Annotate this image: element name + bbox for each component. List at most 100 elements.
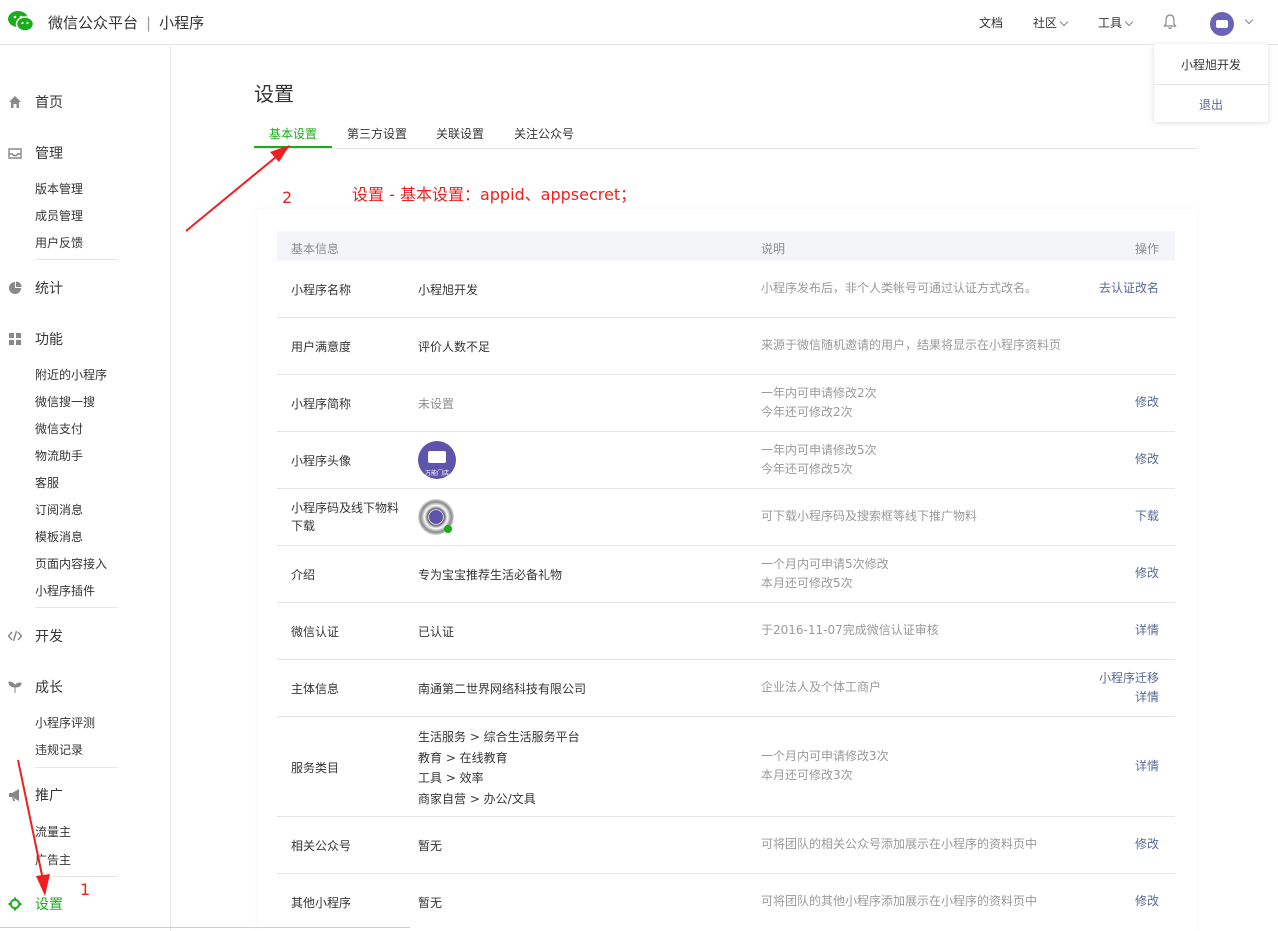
header-action: 操作 — [1134, 242, 1159, 256]
category-item: 生活服务 > 综合生活服务平台 — [418, 730, 580, 744]
tab-follow-account[interactable]: 关注公众号 — [514, 125, 574, 142]
user-avatar[interactable] — [1210, 12, 1234, 36]
sidebar-item-content[interactable]: 页面内容接入 — [35, 555, 107, 572]
header-desc: 说明 — [761, 242, 786, 256]
sidebar-item-stats[interactable]: 统计 — [8, 278, 63, 298]
sidebar-item-review[interactable]: 小程序评测 — [35, 714, 95, 731]
tab-basic[interactable]: 基本设置 — [269, 125, 317, 142]
nav-community[interactable]: 社区 — [1033, 14, 1069, 31]
row-label: 微信认证 — [291, 625, 340, 639]
sidebar-item-manage[interactable]: 管理 — [8, 143, 63, 163]
nav-tools[interactable]: 工具 — [1098, 14, 1134, 31]
sidebar-item-members[interactable]: 成员管理 — [35, 207, 83, 224]
sidebar-item-home[interactable]: 首页 — [8, 92, 63, 112]
sidebar-item-version[interactable]: 版本管理 — [35, 180, 83, 197]
desc-line: 本月还可修改5次 — [761, 576, 853, 590]
sidebar-item-template[interactable]: 模板消息 — [35, 528, 83, 545]
row-label: 小程序头像 — [291, 454, 352, 468]
table-row: 主体信息 南通第二世界网络科技有限公司 企业法人及个体工商户 小程序迁移 详情 — [277, 660, 1175, 717]
divider — [35, 876, 118, 877]
sidebar-item-logistics[interactable]: 物流助手 — [35, 447, 83, 464]
code-icon — [8, 630, 22, 642]
chevron-down-icon — [1059, 17, 1069, 27]
row-value: 专为宝宝推荐生活必备礼物 — [418, 568, 563, 582]
chevron-down-icon[interactable] — [1244, 15, 1254, 25]
edit-link[interactable]: 修改 — [1135, 564, 1159, 583]
product-name: 小程序 — [159, 14, 205, 32]
nav-docs[interactable]: 文档 — [979, 14, 1003, 31]
nav-community-label: 社区 — [1033, 16, 1058, 30]
pie-chart-icon — [9, 281, 22, 294]
sidebar-item-search[interactable]: 微信搜一搜 — [35, 393, 95, 410]
sidebar-item-nearby[interactable]: 附近的小程序 — [35, 366, 107, 383]
sidebar-item-settings[interactable]: 设置 — [8, 894, 63, 914]
sidebar-item-label: 首页 — [35, 95, 63, 111]
row-label: 相关公众号 — [291, 839, 352, 853]
wechat-logo-icon[interactable] — [8, 10, 34, 32]
sidebar-item-service[interactable]: 客服 — [35, 474, 59, 491]
edit-link[interactable]: 修改 — [1135, 450, 1159, 469]
top-bar: 微信公众平台 | 小程序 文档 社区 工具 — [0, 0, 1278, 45]
gear-icon — [8, 897, 22, 911]
header-info: 基本信息 — [291, 242, 340, 256]
sidebar-item-growth[interactable]: 成长 — [8, 677, 63, 697]
row-desc: 于2016-11-07完成微信认证审核 — [761, 623, 939, 637]
divider — [1154, 84, 1268, 85]
bell-icon[interactable] — [1163, 14, 1177, 30]
sidebar-item-pay[interactable]: 微信支付 — [35, 420, 83, 437]
tab-third-party[interactable]: 第三方设置 — [347, 125, 407, 142]
desc-line: 一个月内可申请修改3次 — [761, 749, 889, 763]
edit-link[interactable]: 修改 — [1135, 835, 1159, 854]
sidebar-item-traffic[interactable]: 流量主 — [35, 823, 71, 840]
category-item: 商家自营 > 办公/文具 — [418, 791, 536, 806]
tab-association[interactable]: 关联设置 — [436, 125, 484, 142]
sidebar-item-dev[interactable]: 开发 — [8, 626, 63, 646]
desc-line: 一年内可申请修改5次 — [761, 443, 877, 457]
sidebar: 首页 管理 版本管理 成员管理 用户反馈 统计 功能 附近的小程序 微信搜一搜 … — [0, 46, 171, 931]
table-row: 服务类目 生活服务 > 综合生活服务平台 教育 > 在线教育 工具 > 效率 商… — [277, 717, 1175, 817]
edit-link[interactable]: 修改 — [1135, 892, 1159, 911]
details-link[interactable]: 详情 — [1135, 757, 1159, 776]
details-link[interactable]: 详情 — [1135, 621, 1159, 640]
grid-icon — [9, 333, 21, 345]
home-icon — [9, 96, 21, 108]
user-name[interactable]: 小程旭开发 — [1154, 56, 1268, 73]
table-row: 用户满意度 评价人数不足 来源于微信随机邀请的用户，结果将显示在小程序资料页 — [277, 318, 1175, 375]
desc-line: 今年还可修改2次 — [761, 405, 853, 419]
category-list: 生活服务 > 综合生活服务平台 教育 > 在线教育 工具 > 效率 商家自营 >… — [418, 727, 580, 809]
sidebar-item-violation[interactable]: 违规记录 — [35, 741, 83, 758]
sidebar-item-advertiser[interactable]: 广告主 — [35, 851, 71, 868]
inbox-icon — [8, 148, 22, 159]
sidebar-item-label: 开发 — [35, 629, 63, 645]
megaphone-icon — [9, 789, 19, 801]
divider — [35, 607, 118, 608]
divider — [35, 259, 118, 260]
table-row: 小程序名称 小程旭开发 小程序发布后，非个人类帐号可通过认证方式改名。 去认证改… — [277, 261, 1175, 318]
brand-title[interactable]: 微信公众平台 | 小程序 — [48, 12, 204, 33]
user-dropdown-menu: 小程旭开发 退出 — [1154, 44, 1268, 122]
sidebar-item-features[interactable]: 功能 — [8, 329, 63, 349]
sidebar-item-label: 管理 — [35, 146, 63, 162]
sidebar-item-feedback[interactable]: 用户反馈 — [35, 234, 83, 251]
row-desc: 一年内可申请修改2次 今年还可修改2次 — [761, 384, 877, 422]
download-link[interactable]: 下载 — [1135, 507, 1159, 526]
row-label: 主体信息 — [291, 682, 340, 696]
row-value: 南通第二世界网络科技有限公司 — [418, 682, 587, 696]
edit-link[interactable]: 修改 — [1135, 393, 1159, 412]
details-link[interactable]: 详情 — [1099, 688, 1159, 707]
annotation-step-2: 2 — [282, 188, 293, 207]
sidebar-item-promo[interactable]: 推广 — [8, 785, 63, 805]
logout-link[interactable]: 退出 — [1154, 96, 1268, 113]
mini-program-code-image[interactable] — [418, 499, 454, 535]
rename-link[interactable]: 去认证改名 — [1099, 279, 1159, 298]
migrate-link[interactable]: 小程序迁移 — [1099, 669, 1159, 688]
row-desc: 企业法人及个体工商户 — [761, 680, 882, 694]
category-item: 工具 > 效率 — [418, 771, 484, 785]
row-desc: 可将团队的相关公众号添加展示在小程序的资料页中 — [761, 837, 1038, 851]
row-label: 小程序码及线下物料下载 — [291, 501, 400, 533]
sidebar-item-subscribe[interactable]: 订阅消息 — [35, 501, 83, 518]
table-row: 相关公众号 暂无 可将团队的相关公众号添加展示在小程序的资料页中 修改 — [277, 817, 1175, 874]
sidebar-item-plugin[interactable]: 小程序插件 — [35, 582, 95, 599]
sidebar-item-label: 成长 — [35, 680, 63, 696]
active-tab-indicator — [254, 146, 332, 148]
